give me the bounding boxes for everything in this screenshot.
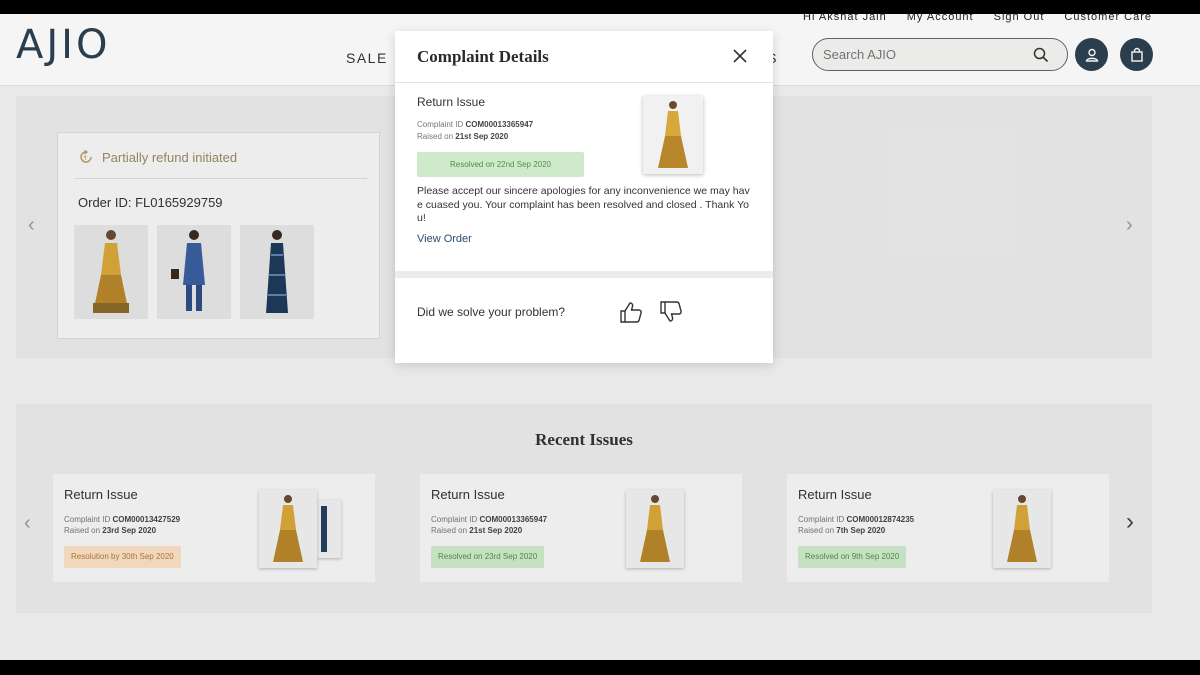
feedback-question: Did we solve your problem? <box>417 305 566 319</box>
divider <box>395 82 773 83</box>
issue-title: Return Issue <box>417 95 486 109</box>
screen: AJIO Hi Akshat Jain My Account Sign Out … <box>0 14 1200 660</box>
complaint-details-modal: Complaint Details Return Issue Complaint… <box>395 31 773 363</box>
thumbs-down-icon[interactable] <box>658 299 684 325</box>
status-badge: Resolved on 22nd Sep 2020 <box>417 152 584 177</box>
issue-meta: Complaint ID COM00013365947 Raised on 21… <box>417 120 534 141</box>
complaint-message: Please accept our sincere apologies for … <box>417 185 750 224</box>
thumbs-up-icon[interactable] <box>618 299 644 325</box>
modal-title: Complaint Details <box>417 47 549 66</box>
close-icon[interactable] <box>729 45 751 67</box>
product-thumbnail <box>643 96 703 174</box>
view-order-link[interactable]: View Order <box>417 233 472 245</box>
section-divider <box>395 271 773 278</box>
